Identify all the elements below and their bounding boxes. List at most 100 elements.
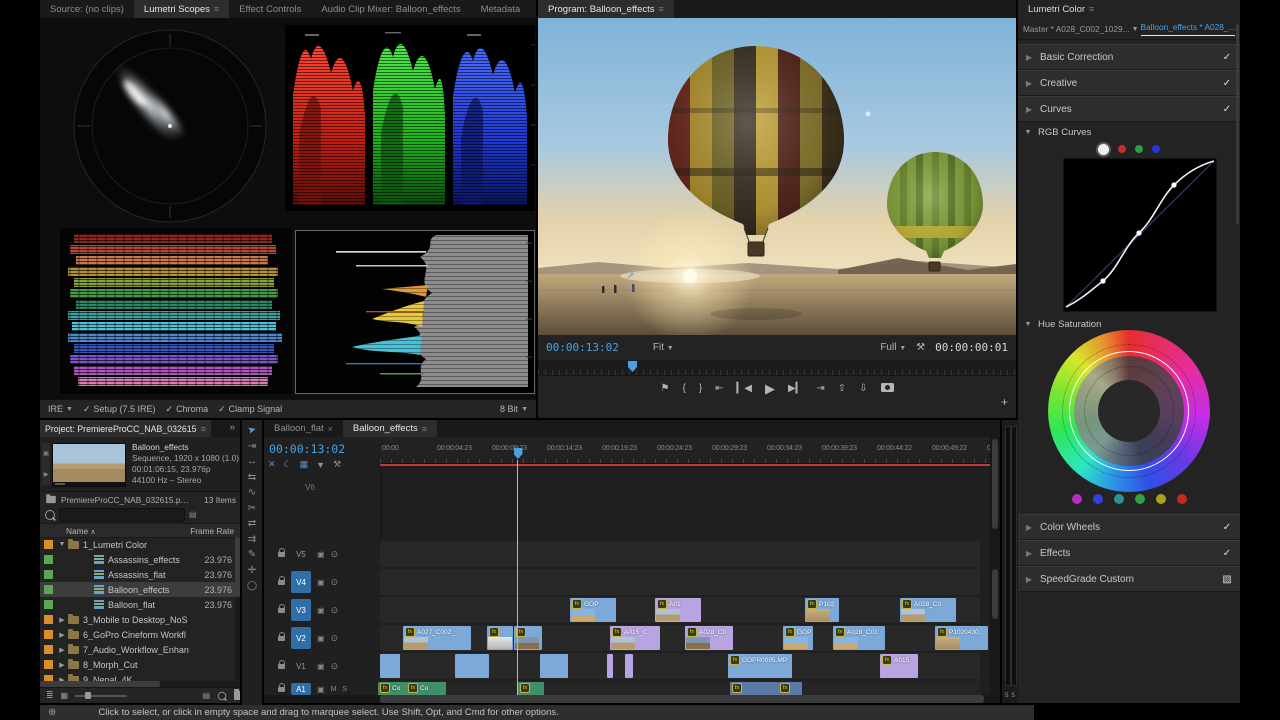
track-header-v2[interactable]: V2▣⊙ <box>264 625 380 651</box>
mute-track-button[interactable]: M <box>331 686 337 693</box>
rgb-curve-editor[interactable] <box>1063 158 1217 312</box>
timeline-clip[interactable]: fx <box>518 682 544 696</box>
button-editor-plus[interactable]: + <box>999 396 1010 408</box>
timeline-clip-a028-c0[interactable]: fxA028_C0 <box>685 626 733 650</box>
track-target-toggle[interactable]: V2 <box>291 627 311 649</box>
hue-swatch[interactable] <box>1156 494 1166 504</box>
rolling-edit-tool[interactable]: ⇆ <box>248 473 256 483</box>
timeline-clip-gop[interactable]: fxGOP <box>570 598 616 622</box>
tab-lumetri-scopes[interactable]: Lumetri Scopes≡ <box>134 0 229 18</box>
track-target-toggle[interactable]: V1 <box>291 655 311 677</box>
chevron-right-icon[interactable]: ▶ <box>1018 53 1040 62</box>
tab-metadata[interactable]: Metadata <box>471 0 531 18</box>
chevron-right-icon[interactable]: ▶ <box>1018 105 1040 114</box>
list-item-6-gopro-cineform-workfl[interactable]: ▶6_GoPro Cineform Workfl <box>40 627 240 642</box>
label-color-chip[interactable] <box>44 600 53 609</box>
track-header-v3[interactable]: V3▣⊙ <box>264 597 380 623</box>
ripple-edit-tool[interactable]: ↔ <box>247 457 257 467</box>
scope-units-dropdown[interactable]: IRE▼ <box>48 404 73 414</box>
list-item-assassins-effects[interactable]: Assassins_effects23.976 <box>40 552 240 567</box>
program-scrub-bar[interactable] <box>538 360 1016 375</box>
curve-control-point[interactable] <box>1171 182 1176 187</box>
timeline-clip[interactable]: fx <box>514 626 542 650</box>
add-marker-button[interactable]: ⚑ <box>659 384 672 394</box>
label-color-chip[interactable] <box>44 660 53 669</box>
tab-source-no-clips-[interactable]: Source: (no clips) <box>40 0 134 18</box>
track-lock-icon[interactable] <box>278 580 285 585</box>
program-tab[interactable]: Program: Balloon_effects ≡ <box>538 0 674 18</box>
section-basic-correction[interactable]: ▶Basic Correction✓ <box>1018 44 1240 70</box>
panel-menu-icon[interactable]: ≡ <box>422 424 427 434</box>
mark-out-button[interactable]: } <box>697 384 704 394</box>
timeline-playhead-line[interactable] <box>517 460 518 695</box>
panel-menu-icon[interactable]: ≡ <box>214 4 219 14</box>
sequence-tab-balloon_effects[interactable]: Balloon_effects≡ <box>343 420 437 437</box>
section-toggle-icon[interactable]: ▧ <box>1214 574 1240 585</box>
white-channel-dot[interactable] <box>1098 144 1109 155</box>
chevron-right-icon[interactable]: ▶ <box>1018 549 1040 558</box>
timeline-clip[interactable] <box>455 654 489 678</box>
hue-swatch[interactable] <box>1114 494 1124 504</box>
zoom-tool[interactable]: ◯ <box>247 581 257 590</box>
rate-stretch-tool[interactable]: ∿ <box>248 488 256 498</box>
zoom-level-dropdown[interactable]: Fit ▼ <box>653 342 674 353</box>
panel-menu-icon[interactable]: ≡ <box>659 4 664 14</box>
disclosure-triangle[interactable]: ▶ <box>56 661 68 669</box>
sync-lock-icon[interactable]: ▣ <box>317 578 325 587</box>
step-back-button[interactable]: ▎◀ <box>735 384 754 394</box>
timeline-horizontal-scrollbar[interactable] <box>264 695 1000 703</box>
label-color-chip[interactable] <box>44 615 53 624</box>
curve-control-point[interactable] <box>1100 278 1105 283</box>
track-select-forward-tool[interactable]: ⇥ <box>248 442 256 452</box>
tab-audio-clip-mixer-balloon-effects[interactable]: Audio Clip Mixer: Balloon_effects <box>311 0 470 18</box>
project-vertical-scrollbar[interactable] <box>235 537 240 687</box>
hue-swatch[interactable] <box>1135 494 1145 504</box>
timeline-clip-p102[interactable]: fxP102 <box>805 598 839 622</box>
hue-swatch[interactable] <box>1072 494 1082 504</box>
project-file-name[interactable]: PremiereProCC_NAB_032615.prproj <box>61 495 189 505</box>
hue-swatch[interactable] <box>1177 494 1187 504</box>
disclosure-triangle[interactable]: ▶ <box>56 616 68 624</box>
list-view-icon[interactable]: ≣ <box>46 690 54 701</box>
hand-tool[interactable]: ✛ <box>248 566 256 576</box>
preview-camera-icon[interactable]: ▣ <box>43 450 49 457</box>
mark-in-button[interactable]: { <box>680 384 687 394</box>
timeline-clip-co[interactable]: fxCo <box>378 682 406 696</box>
list-item-balloon-effects[interactable]: Balloon_effects23.976 <box>40 582 240 597</box>
track-visibility-eye-icon[interactable]: ⊙ <box>331 577 339 588</box>
timeline-clip-a015[interactable]: fxA015 <box>880 654 918 678</box>
label-color-chip[interactable] <box>44 555 53 564</box>
automate-to-sequence-icon[interactable]: ▤ <box>202 691 210 700</box>
blue-channel-dot[interactable] <box>1152 145 1160 153</box>
track-visibility-eye-icon[interactable]: ⊙ <box>331 605 339 616</box>
chevron-right-icon[interactable]: ▶ <box>1018 523 1040 532</box>
slide-tool[interactable]: ⇉ <box>248 535 256 545</box>
list-item-balloon-flat[interactable]: Balloon_flat23.976 <box>40 597 240 612</box>
project-search-input[interactable] <box>59 508 185 522</box>
thumbnail-zoom-slider[interactable] <box>75 695 127 697</box>
label-color-chip[interactable] <box>44 585 53 594</box>
curve-control-point[interactable] <box>1136 230 1141 235</box>
track-lock-icon[interactable] <box>278 552 285 557</box>
track-lock-icon[interactable] <box>278 636 285 641</box>
new-bin-icon[interactable] <box>234 691 240 700</box>
lift-button[interactable]: ⇧ <box>836 384 848 394</box>
sequence-tab-balloon_flat[interactable]: Balloon_flat× <box>264 420 343 437</box>
pen-tool[interactable]: ✎ <box>248 550 256 560</box>
disclosure-triangle[interactable]: ▼ <box>56 541 68 548</box>
sync-lock-icon[interactable]: ▣ <box>317 662 325 671</box>
list-item-1-lumetri-color[interactable]: ▼1_Lumetri Color <box>40 537 240 552</box>
track-lock-icon[interactable] <box>278 687 285 692</box>
track-target-toggle[interactable]: A1 <box>291 683 311 695</box>
master-clip-selector[interactable]: Master * A028_C002_1029... <box>1023 24 1130 34</box>
scope-option-chroma[interactable]: ✓Chroma <box>166 404 209 415</box>
extract-button[interactable]: ⇩ <box>857 384 869 394</box>
timeline-clip[interactable]: fx <box>730 682 778 696</box>
bit-depth-dropdown[interactable]: 8 Bit▼ <box>500 404 528 414</box>
track-lock-icon[interactable] <box>278 664 285 669</box>
icon-view-icon[interactable]: ▦ <box>61 691 69 700</box>
timeline-clip-a028-c01[interactable]: fxA028_C01 <box>833 626 885 650</box>
sync-lock-icon[interactable]: ▣ <box>317 606 325 615</box>
track-lane-v4[interactable] <box>380 569 980 595</box>
section-creative[interactable]: ▶Creative✓ <box>1018 70 1240 96</box>
